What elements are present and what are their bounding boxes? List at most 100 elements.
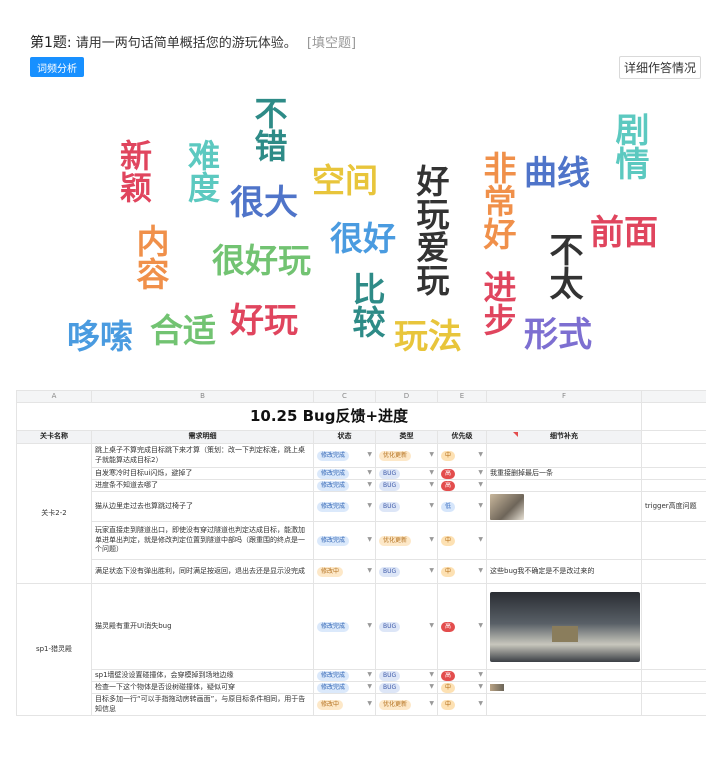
status-cell[interactable]: 修改完成 ▼ (313, 491, 376, 522)
note-cell[interactable] (486, 693, 642, 716)
priority-cell[interactable]: 中 ▼ (437, 681, 487, 694)
note-cell[interactable] (486, 681, 642, 694)
dropdown-caret-icon[interactable]: ▼ (429, 671, 434, 679)
empty-cell[interactable] (641, 430, 706, 444)
dropdown-caret-icon[interactable]: ▼ (429, 536, 434, 544)
note-cell[interactable] (486, 583, 642, 670)
stage-name[interactable]: sp1-猎灵殿 (16, 583, 92, 716)
screenshot-thumbnail[interactable] (490, 684, 504, 691)
dropdown-caret-icon[interactable]: ▼ (429, 567, 434, 575)
extra-cell[interactable] (641, 559, 706, 584)
requirement-cell[interactable]: 猫灵殿有重开UI消失bug (91, 583, 314, 670)
dropdown-caret-icon[interactable]: ▼ (367, 567, 372, 575)
dropdown-caret-icon[interactable]: ▼ (478, 481, 483, 489)
extra-cell[interactable] (641, 681, 706, 694)
extra-cell[interactable] (641, 479, 706, 492)
dropdown-caret-icon[interactable]: ▼ (367, 451, 372, 459)
requirement-cell[interactable]: 目标多加一行“可以手指拖动房转画面”，与原目标条件相同，用于告知信息 (91, 693, 314, 716)
dropdown-caret-icon[interactable]: ▼ (367, 502, 372, 510)
status-cell[interactable]: 修改完成 ▼ (313, 479, 376, 492)
type-cell[interactable]: BUG ▼ (375, 681, 438, 694)
header-desc[interactable]: 需求明细 (91, 430, 314, 444)
dropdown-caret-icon[interactable]: ▼ (367, 481, 372, 489)
dropdown-caret-icon[interactable]: ▼ (429, 622, 434, 630)
requirement-cell[interactable]: 玩家直接走到隧道出口，即使没有穿过隧道也判定达成目标，能激加单进单出判定，就是修… (91, 521, 314, 560)
word-frequency-button[interactable]: 词频分析 (30, 57, 84, 77)
dropdown-caret-icon[interactable]: ▼ (429, 481, 434, 489)
stage-name[interactable]: 关卡2-2 (16, 443, 92, 584)
comment-flag[interactable] (513, 432, 518, 437)
dropdown-caret-icon[interactable]: ▼ (429, 502, 434, 510)
note-cell[interactable] (486, 479, 642, 492)
status-cell[interactable]: 修改完成 ▼ (313, 467, 376, 480)
dropdown-caret-icon[interactable]: ▼ (429, 469, 434, 477)
column-letter[interactable]: C (313, 390, 376, 403)
dropdown-caret-icon[interactable]: ▼ (478, 683, 483, 691)
dropdown-caret-icon[interactable]: ▼ (478, 536, 483, 544)
screenshot-thumbnail[interactable] (490, 493, 524, 520)
note-cell[interactable] (486, 669, 642, 682)
extra-cell[interactable]: trigger高度问题 (641, 491, 706, 522)
priority-cell[interactable]: 高 ▼ (437, 669, 487, 682)
dropdown-caret-icon[interactable]: ▼ (367, 469, 372, 477)
type-cell[interactable]: BUG ▼ (375, 559, 438, 584)
note-cell[interactable] (486, 521, 642, 560)
extra-cell[interactable] (641, 467, 706, 480)
dropdown-caret-icon[interactable]: ▼ (367, 671, 372, 679)
column-letter[interactable] (641, 390, 706, 403)
extra-cell[interactable] (641, 693, 706, 716)
type-cell[interactable]: BUG ▼ (375, 583, 438, 670)
column-letter[interactable]: A (16, 390, 92, 403)
extra-cell[interactable] (641, 669, 706, 682)
requirement-cell[interactable]: 跳上桌子不算完成目标跳下来才算（策划：改一下判定标准，跳上桌子就能算达成目标2） (91, 443, 314, 468)
status-cell[interactable]: 修改完成 ▼ (313, 443, 376, 468)
dropdown-caret-icon[interactable]: ▼ (367, 536, 372, 544)
dropdown-caret-icon[interactable]: ▼ (478, 671, 483, 679)
header-status[interactable]: 状态 (313, 430, 376, 444)
type-cell[interactable]: 优化更新 ▼ (375, 521, 438, 560)
header-type[interactable]: 类型 (375, 430, 438, 444)
note-cell[interactable]: 我重接删掉最后一条 (486, 467, 642, 480)
dropdown-caret-icon[interactable]: ▼ (478, 451, 483, 459)
priority-cell[interactable]: 中 ▼ (437, 693, 487, 716)
note-cell[interactable] (486, 443, 642, 468)
requirement-cell[interactable]: 检查一下这个物体是否设树碰撞体，疑似可穿 (91, 681, 314, 694)
priority-cell[interactable]: 中 ▼ (437, 521, 487, 560)
status-cell[interactable]: 修改完成 ▼ (313, 521, 376, 560)
status-cell[interactable]: 修改中 ▼ (313, 559, 376, 584)
status-cell[interactable]: 修改完成 ▼ (313, 669, 376, 682)
type-cell[interactable]: BUG ▼ (375, 669, 438, 682)
extra-cell[interactable] (641, 583, 706, 670)
dropdown-caret-icon[interactable]: ▼ (429, 683, 434, 691)
requirement-cell[interactable]: 自发寒冷时目标ui闪烁，避掉了 (91, 467, 314, 480)
extra-cell[interactable] (641, 443, 706, 468)
priority-cell[interactable]: 高 ▼ (437, 479, 487, 492)
dropdown-caret-icon[interactable]: ▼ (478, 622, 483, 630)
status-cell[interactable]: 修改完成 ▼ (313, 681, 376, 694)
note-cell[interactable]: 这些bug我不确定是不是改过来的 (486, 559, 642, 584)
dropdown-caret-icon[interactable]: ▼ (478, 567, 483, 575)
dropdown-caret-icon[interactable]: ▼ (367, 700, 372, 708)
status-cell[interactable]: 修改完成 ▼ (313, 583, 376, 670)
dropdown-caret-icon[interactable]: ▼ (367, 622, 372, 630)
column-letter[interactable]: B (91, 390, 314, 403)
column-letter[interactable]: E (437, 390, 487, 403)
requirement-cell[interactable]: 猫从边里走过去也算跳过椅子了 (91, 491, 314, 522)
detail-answers-button[interactable]: 详细作答情况 (619, 56, 701, 79)
column-letter[interactable]: D (375, 390, 438, 403)
header-priority[interactable]: 优先级 (437, 430, 487, 444)
type-cell[interactable]: BUG ▼ (375, 467, 438, 480)
type-cell[interactable]: BUG ▼ (375, 479, 438, 492)
dropdown-caret-icon[interactable]: ▼ (429, 700, 434, 708)
header-stage[interactable]: 关卡名称 (16, 430, 92, 444)
type-cell[interactable]: 优化更新 ▼ (375, 693, 438, 716)
status-cell[interactable]: 修改中 ▼ (313, 693, 376, 716)
dropdown-caret-icon[interactable]: ▼ (367, 683, 372, 691)
dropdown-caret-icon[interactable]: ▼ (478, 502, 483, 510)
dropdown-caret-icon[interactable]: ▼ (429, 451, 434, 459)
priority-cell[interactable]: 低 ▼ (437, 491, 487, 522)
sheet-title[interactable]: 10.25 Bug反馈+进度 (16, 402, 642, 431)
empty-cell[interactable] (641, 402, 706, 431)
header-note[interactable]: 细节补充 (486, 430, 642, 444)
priority-cell[interactable]: 中 ▼ (437, 559, 487, 584)
